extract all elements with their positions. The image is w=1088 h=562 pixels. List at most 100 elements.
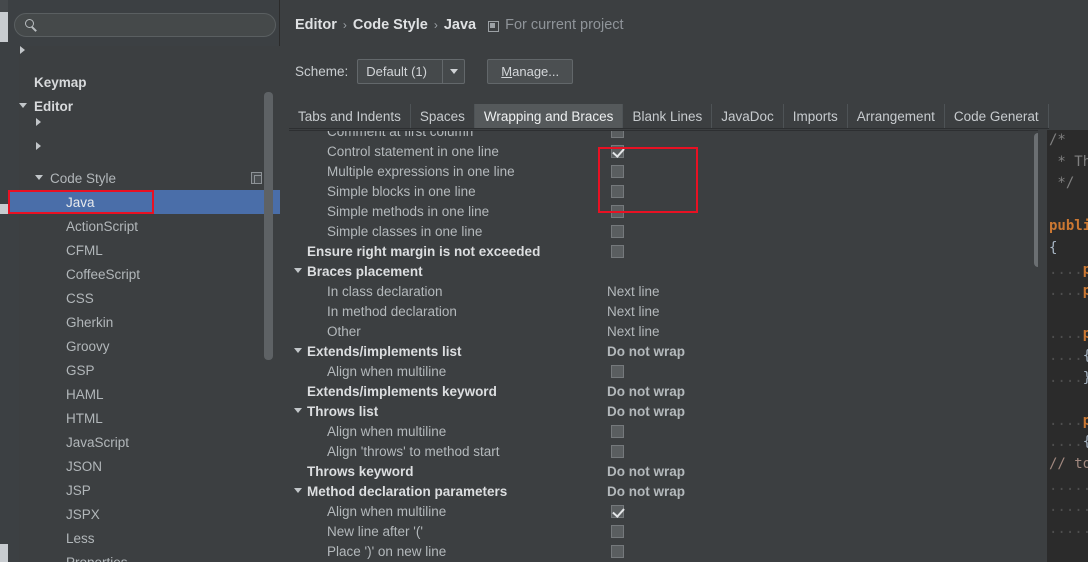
sidebar-search[interactable]	[14, 13, 276, 37]
checkbox-unchecked[interactable]	[611, 185, 624, 198]
sidebar-item-actionscript[interactable]: ActionScript	[8, 214, 280, 238]
setting-row[interactable]: Ensure right margin is not exceeded	[289, 241, 1046, 261]
checkbox-unchecked[interactable]	[611, 425, 624, 438]
setting-row[interactable]: Align when multiline	[289, 421, 1046, 441]
checkbox-unchecked[interactable]	[611, 525, 624, 538]
setting-row[interactable]: Extends/implements list Do not wrap	[289, 341, 1046, 361]
sidebar-item-html[interactable]: HTML	[8, 406, 280, 430]
setting-row[interactable]: Comment at first column	[289, 131, 1046, 141]
sidebar-item-css[interactable]: CSS	[8, 286, 280, 310]
checkbox-checked[interactable]	[611, 505, 624, 518]
tab-imports[interactable]: Imports	[783, 104, 848, 128]
sidebar-scrollbar-thumb[interactable]	[264, 92, 273, 360]
sidebar-item-general[interactable]: General	[8, 118, 842, 562]
sidebar-item-keymap[interactable]: Keymap	[8, 70, 280, 94]
breadcrumb-separator-icon: ›	[433, 18, 438, 32]
sidebar-item-java[interactable]: Java	[8, 190, 280, 214]
code-line: ........int[] empty = new int[]{	[1047, 519, 1088, 541]
setting-row[interactable]: Extends/implements keyword Do not wrap	[289, 381, 1046, 401]
setting-value[interactable]: Do not wrap	[607, 341, 685, 361]
code-token: ....	[1049, 326, 1083, 343]
panel-divider[interactable]	[1038, 130, 1046, 562]
sidebar-item-groovy[interactable]: Groovy	[8, 334, 280, 358]
setting-row[interactable]: Control statement in one line	[289, 141, 1046, 161]
sidebar-item-gsp[interactable]: GSP	[8, 358, 280, 382]
scheme-dropdown[interactable]: Default (1)	[357, 59, 466, 84]
sidebar-item-colors-fonts[interactable]: Colors & Fonts	[8, 142, 842, 562]
setting-row[interactable]: Place ')' on new line	[289, 541, 1046, 561]
code-line: ....{	[1047, 346, 1088, 368]
code-token: ........	[1049, 499, 1088, 516]
checkbox-unchecked[interactable]	[611, 365, 624, 378]
sidebar-item-jsp[interactable]: JSP	[8, 478, 280, 502]
checkbox-unchecked[interactable]	[611, 165, 624, 178]
tab-label: Arrangement	[856, 108, 935, 124]
setting-row[interactable]: Align when multiline	[289, 501, 1046, 521]
sidebar-item-javascript[interactable]: JavaScript	[8, 430, 280, 454]
setting-value[interactable]: Do not wrap	[607, 381, 685, 401]
setting-row[interactable]: Other Next line	[289, 321, 1046, 341]
sidebar-item-label: Groovy	[66, 338, 110, 354]
checkbox-unchecked[interactable]	[611, 131, 624, 138]
chevron-down-icon[interactable]	[35, 174, 44, 183]
tab-javadoc[interactable]: JavaDoc	[712, 104, 784, 128]
checkbox-checked[interactable]	[611, 145, 624, 158]
sidebar-item-appearance-behavior[interactable]: Appearance & Behavior	[8, 46, 826, 562]
setting-value[interactable]: Next line	[607, 301, 660, 321]
sidebar-item-haml[interactable]: HAML	[8, 382, 280, 406]
setting-value[interactable]: Do not wrap	[607, 461, 685, 481]
sidebar-item-jspx[interactable]: JSPX	[8, 502, 280, 526]
tab-wrapping-and-braces[interactable]: Wrapping and Braces	[474, 104, 624, 128]
sidebar-item-editor[interactable]: Editor	[8, 94, 280, 118]
chevron-down-icon[interactable]	[442, 60, 464, 83]
breadcrumb-java[interactable]: Java	[444, 17, 476, 33]
setting-row[interactable]: Simple blocks in one line	[289, 181, 1046, 201]
sidebar-item-label: HAML	[66, 386, 104, 402]
manage-button[interactable]: Manage...	[487, 59, 574, 84]
setting-value[interactable]: Next line	[607, 321, 660, 341]
chevron-down-icon[interactable]	[19, 102, 28, 111]
sidebar-item-less[interactable]: Less	[8, 526, 280, 550]
sidebar-item-json[interactable]: JSON	[8, 454, 280, 478]
code-line: /*	[1047, 130, 1088, 152]
setting-row[interactable]: Throws keyword Do not wrap	[289, 461, 1046, 481]
tab-arrangement[interactable]: Arrangement	[847, 104, 945, 128]
breadcrumb-code-style[interactable]: Code Style	[353, 17, 428, 33]
setting-row[interactable]: New line after '('	[289, 521, 1046, 541]
copy-settings-icon[interactable]	[251, 172, 262, 184]
setting-row[interactable]: Align 'throws' to method start	[289, 441, 1046, 461]
tab-tabs-and-indents[interactable]: Tabs and Indents	[289, 104, 411, 128]
sidebar-scrollbar-track[interactable]	[264, 46, 276, 546]
checkbox-unchecked[interactable]	[611, 205, 624, 218]
breadcrumb-editor[interactable]: Editor	[295, 17, 337, 33]
setting-row[interactable]: Throws list Do not wrap	[289, 401, 1046, 421]
project-scope-icon	[488, 20, 500, 32]
sidebar-item-label: CFML	[66, 242, 103, 258]
checkbox-unchecked[interactable]	[611, 245, 624, 258]
setting-row[interactable]: Multiple expressions in one line	[289, 161, 1046, 181]
setting-row[interactable]: Braces placement	[289, 261, 1046, 281]
sidebar-item-gherkin[interactable]: Gherkin	[8, 310, 280, 334]
sidebar-item-coffeescript[interactable]: CoffeeScript	[8, 262, 280, 286]
setting-value[interactable]: Next line	[607, 281, 660, 301]
sidebar-item-code-style[interactable]: Code Style	[8, 166, 280, 190]
tab-spaces[interactable]: Spaces	[410, 104, 475, 128]
tab-code-generat[interactable]: Code Generat	[944, 104, 1049, 128]
search-input[interactable]	[45, 18, 275, 32]
setting-value[interactable]: Do not wrap	[607, 481, 685, 501]
setting-value[interactable]: Do not wrap	[607, 401, 685, 421]
tab-blank-lines[interactable]: Blank Lines	[623, 104, 713, 128]
window-left-edge	[0, 0, 8, 562]
setting-row[interactable]: In class declaration Next line	[289, 281, 1046, 301]
setting-row[interactable]: Simple classes in one line	[289, 221, 1046, 241]
checkbox-unchecked[interactable]	[611, 545, 624, 558]
setting-row[interactable]: Align when multiline	[289, 361, 1046, 381]
setting-row[interactable]: Method declaration parameters Do not wrap	[289, 481, 1046, 501]
sidebar-item-cfml[interactable]: CFML	[8, 238, 280, 262]
setting-row[interactable]: Simple methods in one line	[289, 201, 1046, 221]
setting-row[interactable]: In method declaration Next line	[289, 301, 1046, 321]
checkbox-unchecked[interactable]	[611, 225, 624, 238]
sidebar-item-properties[interactable]: Properties	[8, 550, 280, 562]
checkbox-unchecked[interactable]	[611, 445, 624, 458]
